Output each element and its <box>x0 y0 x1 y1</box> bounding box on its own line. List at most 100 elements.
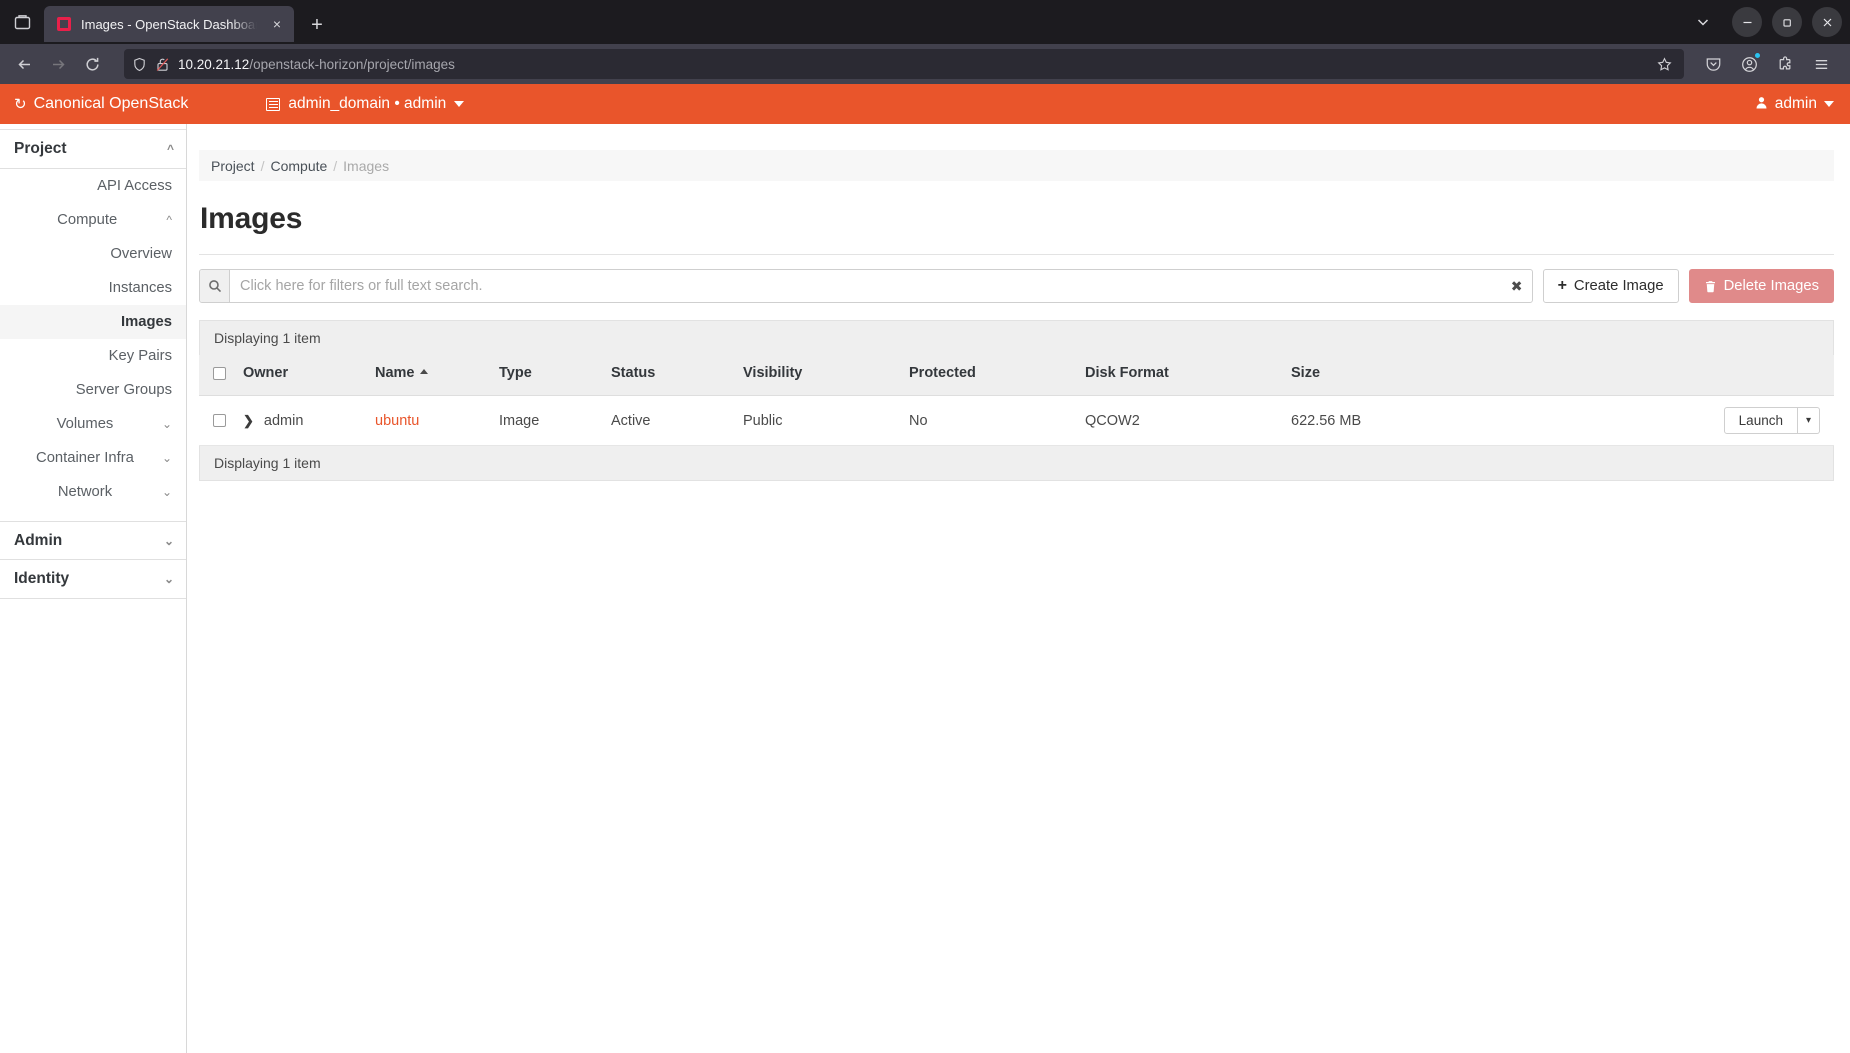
breadcrumb-item-compute[interactable]: Compute <box>270 158 327 174</box>
launch-button[interactable]: Launch <box>1723 407 1798 434</box>
user-icon <box>1755 96 1768 112</box>
breadcrumb-item-project[interactable]: Project <box>211 158 255 174</box>
user-menu-label: admin <box>1774 95 1817 112</box>
domain-project-label: admin_domain • admin <box>288 95 447 112</box>
chevron-down-icon[interactable] <box>1684 3 1722 41</box>
close-window-button[interactable] <box>1812 7 1842 37</box>
sidebar-item-label: Server Groups <box>75 382 172 398</box>
sidebar-item-network[interactable]: Network ⌄ <box>0 475 186 509</box>
chevron-down-icon <box>454 101 465 107</box>
url-text[interactable]: 10.20.21.12/openstack-horizon/project/im… <box>178 57 1644 72</box>
column-header-name-label: Name <box>375 365 415 381</box>
row-actions-dropdown-toggle[interactable]: ▾ <box>1797 407 1820 434</box>
chevron-down-icon: ⌄ <box>161 485 172 499</box>
sidebar-item-images[interactable]: Images <box>0 305 186 339</box>
column-header-disk-format[interactable]: Disk Format <box>1079 355 1285 396</box>
sidebar-group-project-label: Project <box>14 140 67 157</box>
sidebar-item-compute[interactable]: Compute ^ <box>0 203 186 237</box>
close-icon[interactable]: × <box>266 13 288 35</box>
chevron-down-icon: ⌄ <box>161 451 172 465</box>
chevron-down-icon <box>1824 101 1834 107</box>
create-image-button[interactable]: + Create Image <box>1542 269 1679 303</box>
new-tab-button[interactable]: + <box>300 8 334 42</box>
sidebar-group-admin[interactable]: Admin ⌄ <box>0 521 186 560</box>
create-image-label: Create Image <box>1573 278 1664 294</box>
column-header-owner[interactable]: Owner <box>237 355 369 396</box>
reload-icon[interactable] <box>76 48 108 80</box>
tab-list-icon[interactable] <box>0 0 44 44</box>
brand[interactable]: ↻ Canonical OpenStack <box>0 95 188 113</box>
breadcrumb-separator: / <box>260 157 265 174</box>
row-checkbox[interactable] <box>213 414 226 428</box>
browser-tabstrip: Images - OpenStack Dashboard × + <box>0 0 1850 44</box>
sort-asc-icon <box>419 369 428 374</box>
sidebar-item-volumes[interactable]: Volumes ⌄ <box>0 407 186 441</box>
image-name-link[interactable]: ubuntu <box>375 413 419 429</box>
column-header-visibility[interactable]: Visibility <box>737 355 903 396</box>
delete-images-button[interactable]: Delete Images <box>1688 269 1834 303</box>
sidebar-item-server-groups[interactable]: Server Groups <box>0 373 186 407</box>
images-table-wrapper: Displaying 1 item Owner Name Type Status… <box>199 320 1834 481</box>
url-bar[interactable]: 10.20.21.12/openstack-horizon/project/im… <box>124 49 1684 79</box>
column-header-status[interactable]: Status <box>605 355 737 396</box>
shield-icon[interactable] <box>132 57 147 72</box>
cell-protected: No <box>903 395 1079 446</box>
images-table: Owner Name Type Status Visibility Protec… <box>199 355 1834 446</box>
cell-type: Image <box>493 395 605 446</box>
column-header-size[interactable]: Size <box>1285 355 1485 396</box>
sidebar-item-label: Images <box>121 314 172 330</box>
domain-project-switcher[interactable]: admin_domain • admin <box>266 95 465 113</box>
cell-size: 622.56 MB <box>1285 395 1485 446</box>
table-header-row: Owner Name Type Status Visibility Protec… <box>199 355 1834 396</box>
sidebar-item-api-access[interactable]: API Access <box>0 169 186 203</box>
select-all-checkbox[interactable] <box>213 366 226 380</box>
table-row[interactable]: ❯ admin ubuntu Image Active Public No QCO… <box>199 395 1834 446</box>
row-action-group: Launch ▾ <box>1723 407 1820 434</box>
star-icon[interactable] <box>1652 52 1676 76</box>
expand-row-icon[interactable]: ❯ <box>243 413 254 428</box>
toolbar-divider <box>199 254 1834 255</box>
sidebar-group-identity-label: Identity <box>14 570 70 587</box>
column-header-protected[interactable]: Protected <box>903 355 1079 396</box>
browser-tab[interactable]: Images - OpenStack Dashboard × <box>44 6 294 42</box>
extensions-icon[interactable] <box>1768 48 1802 80</box>
cell-actions: Launch ▾ <box>1485 395 1834 446</box>
sidebar-item-container-infra[interactable]: Container Infra ⌄ <box>0 441 186 475</box>
account-icon[interactable] <box>1732 48 1766 80</box>
chevron-down-icon: ⌄ <box>163 572 174 586</box>
hamburger-menu-icon[interactable] <box>1804 48 1838 80</box>
chevron-up-icon: ^ <box>166 213 172 227</box>
select-all-header[interactable] <box>199 355 237 396</box>
browser-navbar: 10.20.21.12/openstack-horizon/project/im… <box>0 44 1850 84</box>
chevron-up-icon: ^ <box>166 142 174 156</box>
clear-search-icon[interactable]: ✖ <box>1502 270 1532 302</box>
pocket-icon[interactable] <box>1696 48 1730 80</box>
back-icon[interactable] <box>8 48 40 80</box>
sidebar-item-label: API Access <box>97 178 172 194</box>
forward-icon[interactable] <box>42 48 74 80</box>
page-title: Images <box>200 202 303 235</box>
column-header-actions <box>1485 355 1834 396</box>
row-select-cell[interactable] <box>199 395 237 446</box>
openstack-favicon <box>56 16 72 32</box>
table-body: ❯ admin ubuntu Image Active Public No QCO… <box>199 395 1834 446</box>
sidebar-group-identity[interactable]: Identity ⌄ <box>0 560 186 599</box>
sidebar-item-instances[interactable]: Instances <box>0 271 186 305</box>
account-badge <box>1754 52 1761 59</box>
chevron-down-icon: ⌄ <box>163 533 174 548</box>
sidebar-item-key-pairs[interactable]: Key Pairs <box>0 339 186 373</box>
search-input[interactable] <box>230 270 1502 302</box>
minimize-button[interactable] <box>1732 7 1762 37</box>
sidebar-group-project[interactable]: Project ^ <box>0 130 186 169</box>
lock-broken-icon[interactable] <box>155 57 170 72</box>
table-head: Owner Name Type Status Visibility Protec… <box>199 355 1834 396</box>
cell-disk-format: QCOW2 <box>1079 395 1285 446</box>
column-header-type[interactable]: Type <box>493 355 605 396</box>
search-box[interactable]: ✖ <box>199 269 1533 303</box>
column-header-name[interactable]: Name <box>369 355 493 396</box>
maximize-button[interactable] <box>1772 7 1802 37</box>
user-menu[interactable]: admin <box>1755 84 1834 124</box>
sidebar-item-overview[interactable]: Overview <box>0 237 186 271</box>
breadcrumb-separator: / <box>333 157 338 174</box>
main-content: Project / Compute / Images Images ✖ + Cr… <box>187 124 1850 1053</box>
